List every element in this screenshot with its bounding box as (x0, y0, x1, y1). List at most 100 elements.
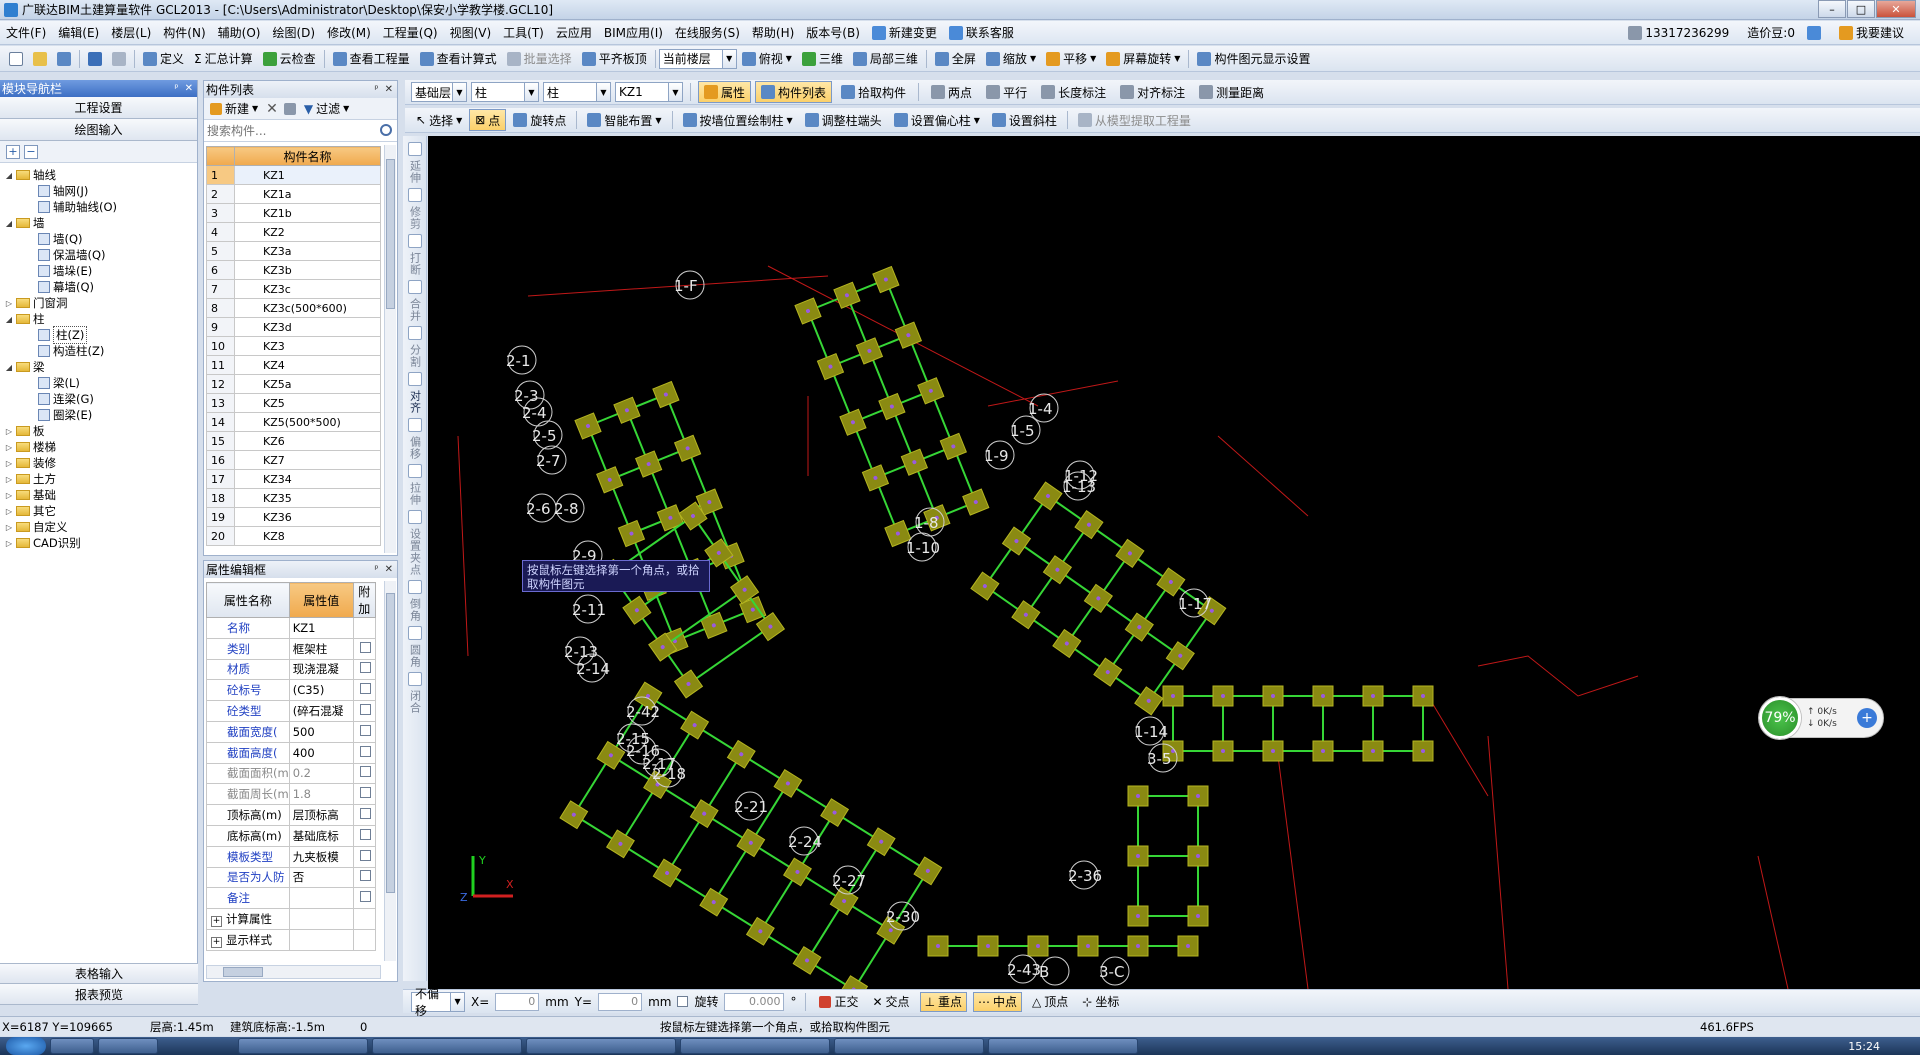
expand-icon[interactable]: ▷ (4, 427, 14, 436)
rotate-point-button[interactable]: 旋转点 (508, 109, 571, 131)
menu-quantity[interactable]: 工程量(Q) (377, 24, 444, 41)
maximize-button[interactable]: □ (1847, 0, 1875, 18)
taskbar-item[interactable] (372, 1038, 522, 1054)
floor-scope-select[interactable]: 当前楼层 ▼ (658, 48, 737, 69)
close-icon[interactable]: ✕ (185, 83, 193, 94)
pin-icon[interactable]: ᵖ (374, 564, 378, 575)
modify-tool-icon[interactable] (407, 580, 422, 594)
component-row[interactable]: 4 KZ2 (206, 222, 381, 242)
tree-item[interactable]: 轴网(J) (4, 183, 197, 199)
menu-version[interactable]: 版本号(B) (800, 24, 866, 41)
x-offset-input[interactable]: 0 (495, 992, 540, 1011)
menu-view[interactable]: 视图(V) (444, 24, 498, 41)
tree-folder[interactable]: ◢ 柱 (4, 311, 197, 327)
display-settings-button[interactable]: 构件图元显示设置 (1192, 48, 1315, 70)
tree-folder[interactable]: ▷ 板 (4, 423, 197, 439)
extra-checkbox[interactable] (360, 808, 372, 820)
network-speed-widget[interactable]: 79% ↑ 0K/s ↓ 0K/s + (1759, 697, 1884, 739)
delete-icon[interactable]: ✕ (266, 101, 278, 117)
set-slope-column-button[interactable]: 设置斜柱 (987, 109, 1062, 131)
menu-draw[interactable]: 绘图(D) (266, 24, 321, 41)
tree-item[interactable]: 构造柱(Z) (4, 343, 197, 359)
two-point-button[interactable]: 两点 (926, 81, 977, 103)
modify-tool-label[interactable]: 偏移 (407, 436, 423, 460)
modify-tool-label[interactable]: 圆角 (407, 644, 423, 668)
expand-icon[interactable]: ▷ (4, 523, 14, 532)
component-row[interactable]: 6 KZ3b (206, 260, 381, 280)
tree-folder[interactable]: ▷ 门窗洞 (4, 295, 197, 311)
pick-component-button[interactable]: 拾取构件 (836, 81, 911, 103)
menu-online[interactable]: 在线服务(S) (669, 24, 746, 41)
component-select[interactable]: KZ1 ▼ (615, 82, 683, 102)
property-value[interactable]: 500 (288, 720, 354, 743)
property-row[interactable]: 砼标号 (C35) (206, 679, 376, 702)
component-row[interactable]: 17 KZ34 (206, 469, 381, 489)
tree-folder[interactable]: ▷ 其它 (4, 503, 197, 519)
pan-button[interactable]: 平移 ▼ (1041, 48, 1101, 70)
component-list-scrollbar[interactable] (384, 145, 396, 553)
taskbar-item[interactable] (988, 1038, 1138, 1054)
taskbar-item[interactable] (50, 1038, 94, 1054)
extra-checkbox[interactable] (360, 870, 372, 882)
menu-component[interactable]: 构件(N) (157, 24, 211, 41)
modify-tool-label[interactable]: 打断 (407, 252, 423, 276)
expand-icon[interactable]: ▷ (4, 539, 14, 548)
component-row[interactable]: 12 KZ5a (206, 374, 381, 394)
tree-item[interactable]: 柱(Z) (4, 326, 197, 344)
menu-floor[interactable]: 楼层(L) (105, 24, 157, 41)
property-row[interactable]: 砼类型 (碎石混凝 (206, 700, 376, 722)
scrollbar-thumb[interactable] (223, 967, 263, 977)
collapse-all-icon[interactable]: − (24, 144, 38, 159)
drawing-input-button[interactable]: 绘图输入 (0, 119, 197, 141)
property-value[interactable]: 基础底标 (288, 824, 354, 847)
modify-tool-icon[interactable] (407, 372, 422, 386)
expand-all-icon[interactable]: + (6, 144, 20, 159)
midpoint-snap[interactable]: ⋯ 中点 (973, 991, 1023, 1012)
vertex-snap[interactable]: △ 顶点 (1028, 992, 1072, 1012)
modify-tool-icon[interactable] (407, 234, 422, 248)
menu-bim[interactable]: BIM应用(I) (598, 24, 669, 41)
tree-item[interactable]: 保温墙(Q) (4, 247, 197, 263)
property-value[interactable]: 400 (288, 741, 354, 764)
component-row[interactable]: 10 KZ3 (206, 336, 381, 356)
display-style-group[interactable]: + 显示样式 (206, 928, 376, 951)
menu-file[interactable]: 文件(F) (0, 24, 52, 41)
tree-folder[interactable]: ▷ 装修 (4, 455, 197, 471)
modify-tool-label[interactable]: 延伸 (407, 160, 423, 184)
taskbar-item[interactable] (98, 1038, 158, 1054)
component-row[interactable]: 18 KZ35 (206, 488, 381, 508)
offset-mode-select[interactable]: 不偏移 ▼ (411, 987, 465, 1018)
tree-item[interactable]: 圈梁(E) (4, 407, 197, 423)
report-preview-button[interactable]: 报表预览 (0, 984, 198, 1005)
top-view-button[interactable]: 俯视 ▼ (737, 48, 797, 70)
modify-tool-icon[interactable] (407, 326, 422, 340)
component-subtype-select[interactable]: 柱 ▼ (543, 82, 611, 102)
property-row[interactable]: 是否为人防否 (206, 866, 376, 889)
menu-tools[interactable]: 工具(T) (497, 24, 550, 41)
batch-select-button[interactable]: 批量选择 (502, 48, 577, 70)
undo-button[interactable] (83, 48, 107, 70)
component-row[interactable]: 16 KZ7 (206, 450, 381, 470)
sum-calc-button[interactable]: Σ 汇总计算 (189, 48, 258, 70)
scrollbar-thumb[interactable] (386, 159, 395, 309)
taskbar-item[interactable] (834, 1038, 984, 1054)
collapse-icon[interactable]: ◢ (4, 363, 14, 372)
extract-quantity-button[interactable]: 从模型提取工程量 (1073, 109, 1196, 131)
perpendicular-snap[interactable]: ⊥ 重点 (919, 991, 968, 1012)
pin-icon[interactable]: ᵖ (374, 84, 378, 95)
property-row[interactable]: 顶标高(m) 层顶标高 (206, 804, 376, 826)
tree-folder[interactable]: ▷ 楼梯 (4, 439, 197, 455)
tree-item[interactable]: 幕墙(Q) (4, 279, 197, 295)
tree-item[interactable]: 辅助轴线(O) (4, 199, 197, 215)
extra-checkbox[interactable] (360, 849, 372, 861)
component-row[interactable]: 1 KZ1 (206, 165, 381, 185)
open-file-button[interactable] (28, 48, 52, 70)
component-row[interactable]: 20 KZ8 (206, 526, 381, 546)
flat-slab-button[interactable]: 平齐板顶 (577, 48, 652, 70)
close-button[interactable]: ✕ (1876, 0, 1916, 18)
calc-props-group[interactable]: + 计算属性 (206, 908, 376, 930)
menu-edit[interactable]: 编辑(E) (52, 24, 105, 41)
bell-icon[interactable] (1806, 25, 1821, 40)
property-row[interactable]: 类别 框架柱 (206, 637, 376, 660)
modify-tool-label[interactable]: 分割 (407, 344, 423, 368)
